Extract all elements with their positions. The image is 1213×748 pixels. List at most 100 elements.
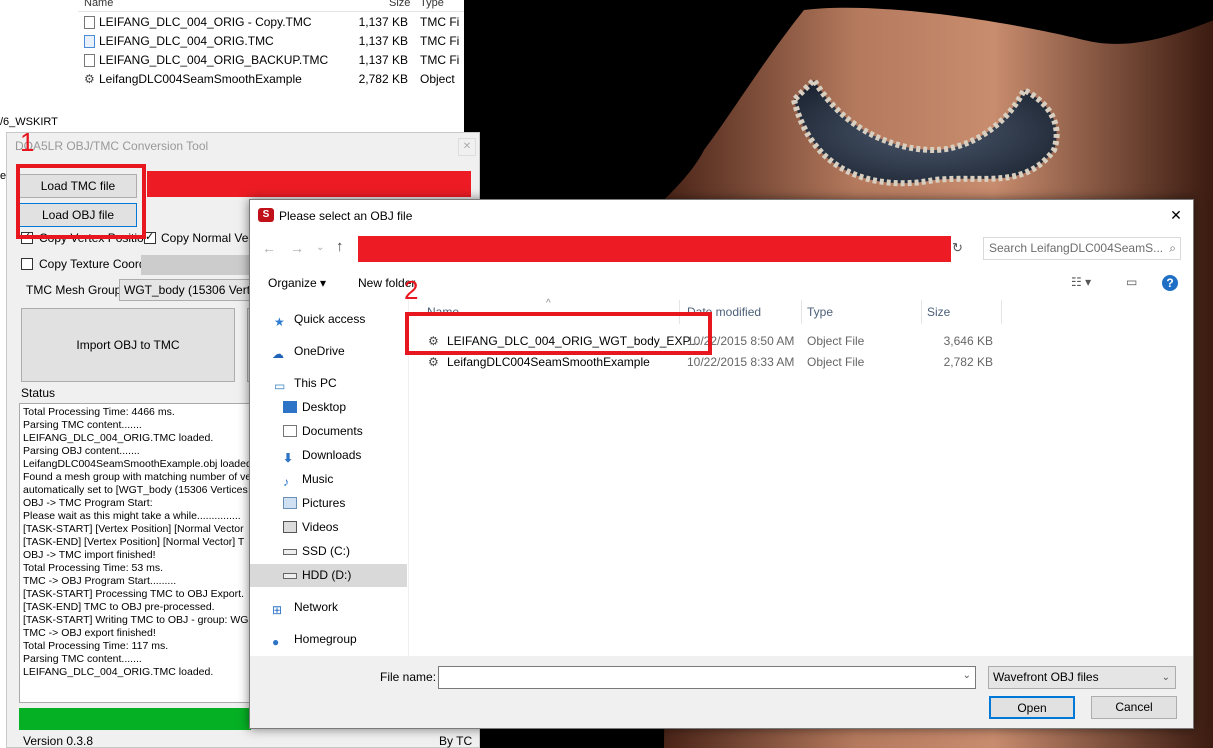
status-line: Total Processing Time: 117 ms. [23, 640, 169, 652]
nav-item-hdd[interactable]: HDD (D:) [250, 564, 407, 587]
status-line: Total Processing Time: 4466 ms. [23, 406, 175, 418]
navigation-pane: ★ Quick access ☁ OneDrive ▭ This PC Desktop… [250, 296, 409, 656]
status-line: Total Processing Time: 53 ms. [23, 562, 164, 574]
annotation-number-2: 2 [404, 275, 419, 305]
status-line: [TASK-START] Writing TMC to OBJ - group:… [23, 614, 249, 626]
close-icon[interactable]: ✕ [458, 138, 476, 156]
file-name-label: File name: [380, 670, 437, 684]
column-name[interactable]: Name [84, 0, 113, 9]
file-row[interactable]: ⚙ LeifangDLC004SeamSmoothExample 10/22/2… [420, 352, 1000, 373]
status-line: Please wait as this might take a while..… [23, 510, 241, 522]
file-name: LEIFANG_DLC_004_ORIG_BACKUP.TMC [99, 53, 329, 67]
cancel-button[interactable]: Cancel [1091, 696, 1177, 719]
file-size: 1,137 KB [358, 34, 408, 48]
nav-item-pictures[interactable]: Pictures [250, 492, 407, 515]
file-type-select[interactable]: Wavefront OBJ files ⌄ [988, 666, 1176, 689]
nav-item-network[interactable]: ⊞ Network [250, 596, 407, 619]
nav-item-homegroup[interactable]: ● Homegroup [250, 628, 407, 651]
redacted-path [147, 171, 471, 197]
preview-pane-icon[interactable]: ▭ [1126, 275, 1137, 289]
status-line: Parsing TMC content....... [23, 653, 142, 665]
status-line: TMC -> OBJ Program Start......... [23, 575, 177, 587]
status-label: Status [21, 386, 56, 400]
search-placeholder: Search LeifangDLC004SeamS... [989, 241, 1164, 255]
nav-label: Downloads [302, 448, 362, 462]
open-file-dialog: S Please select an OBJ file ✕ ← → ⌄ ↑ ↻ … [249, 199, 1194, 729]
drive-icon [283, 549, 297, 555]
redacted-address-bar[interactable] [358, 236, 951, 262]
file-name-input[interactable]: ⌄ [438, 666, 976, 689]
view-options-icon[interactable]: ☷ ▾ [1071, 275, 1091, 289]
nav-item-music[interactable]: ♪ Music [250, 468, 407, 491]
organize-button[interactable]: Organize ▾ [268, 276, 326, 290]
music-icon: ♪ [283, 475, 289, 489]
import-obj-to-tmc-button[interactable]: Import OBJ to TMC [21, 308, 235, 382]
annotation-number-1: 1 [20, 127, 35, 157]
list-item[interactable]: LEIFANG_DLC_004_ORIG_BACKUP.TMC 1,137 KB… [78, 51, 464, 70]
chevron-down-icon: ⌄ [1161, 672, 1170, 683]
nav-item-this-pc[interactable]: ▭ This PC [250, 372, 407, 395]
videos-icon [283, 521, 297, 533]
3d-object-icon: ⚙ [84, 72, 95, 86]
background-file-list: Name Size Type LEIFANG_DLC_004_ORIG - Co… [78, 0, 465, 132]
annotation-box-2 [405, 312, 712, 355]
nav-label: Desktop [302, 400, 347, 414]
file-type: TMC Fi [420, 15, 460, 29]
nav-item-desktop[interactable]: Desktop [250, 396, 407, 419]
status-log[interactable]: Total Processing Time: 4466 ms. Parsing T… [19, 403, 251, 703]
status-line: OBJ -> TMC import finished! [23, 549, 156, 561]
file-size: 2,782 KB [943, 355, 993, 369]
nav-label: OneDrive [294, 344, 345, 358]
open-button[interactable]: Open [989, 696, 1075, 719]
nav-item-onedrive[interactable]: ☁ OneDrive [250, 340, 407, 363]
recent-locations-icon[interactable]: ⌄ [316, 242, 324, 253]
status-line: [TASK-END] [Vertex Position] [Normal Vec… [23, 536, 245, 548]
nav-item-downloads[interactable]: ⬇ Downloads [250, 444, 407, 467]
window-title: DOA5LR OBJ/TMC Conversion Tool [15, 139, 209, 153]
nav-label: SSD (C:) [302, 544, 350, 558]
network-icon: ⊞ [272, 603, 283, 617]
search-icon: ⌕ [1169, 241, 1176, 255]
status-line: [TASK-END] TMC to OBJ pre-processed. [23, 601, 215, 613]
file-list-header: Name Size Type [78, 0, 464, 12]
tmc-mesh-group-select[interactable]: WGT_body (15306 Vertice [119, 279, 251, 301]
back-icon[interactable]: ← [262, 240, 276, 256]
help-icon[interactable]: ? [1162, 275, 1178, 291]
status-line: Parsing TMC content....... [23, 419, 142, 431]
file-type: TMC Fi [420, 53, 460, 67]
nav-item-quick-access[interactable]: ★ Quick access [250, 308, 407, 331]
status-line: Parsing OBJ content....... [23, 445, 140, 457]
column-size[interactable]: Size [389, 0, 410, 9]
column-type[interactable]: Type [420, 0, 444, 9]
disabled-field [141, 255, 251, 275]
file-icon [84, 35, 95, 48]
file-size: 1,137 KB [358, 53, 408, 67]
nav-item-ssd[interactable]: SSD (C:) [250, 540, 407, 563]
up-icon[interactable]: ↑ [336, 238, 344, 255]
chevron-down-icon: ⌄ [962, 670, 971, 681]
copy-texture-coord-checkbox[interactable] [21, 258, 33, 270]
search-input[interactable]: Search LeifangDLC004SeamS... ⌕ [983, 237, 1181, 260]
column-header-type[interactable]: Type [802, 300, 922, 324]
status-line: LeifangDLC004SeamSmoothExample.obj loade… [23, 458, 251, 470]
file-date: 10/22/2015 8:33 AM [687, 355, 795, 369]
list-item[interactable]: ⚙ LeifangDLC004SeamSmoothExample 2,782 K… [78, 70, 464, 89]
status-line: [TASK-START] Processing TMC to OBJ Expor… [23, 588, 244, 600]
desktop-icon [283, 401, 297, 413]
column-header-size[interactable]: Size [922, 300, 1002, 324]
close-icon[interactable]: ✕ [1165, 205, 1187, 225]
nav-item-videos[interactable]: Videos [250, 516, 407, 539]
downloads-icon: ⬇ [283, 451, 294, 465]
status-line: Found a mesh group with matching number … [23, 471, 251, 483]
forward-icon[interactable]: → [290, 240, 304, 256]
status-line: OBJ -> TMC Program Start: [23, 497, 153, 509]
dialog-title: Please select an OBJ file [279, 209, 413, 223]
list-item[interactable]: LEIFANG_DLC_004_ORIG - Copy.TMC 1,137 KB… [78, 13, 464, 32]
file-type: TMC Fi [420, 34, 460, 48]
list-item[interactable]: LEIFANG_DLC_004_ORIG.TMC 1,137 KB TMC Fi [78, 32, 464, 51]
refresh-icon[interactable]: ↻ [952, 240, 963, 256]
author-label: By TC [439, 734, 473, 748]
nav-item-documents[interactable]: Documents [250, 420, 407, 443]
pictures-icon [283, 497, 297, 509]
status-line: LEIFANG_DLC_004_ORIG.TMC loaded. [23, 432, 214, 444]
